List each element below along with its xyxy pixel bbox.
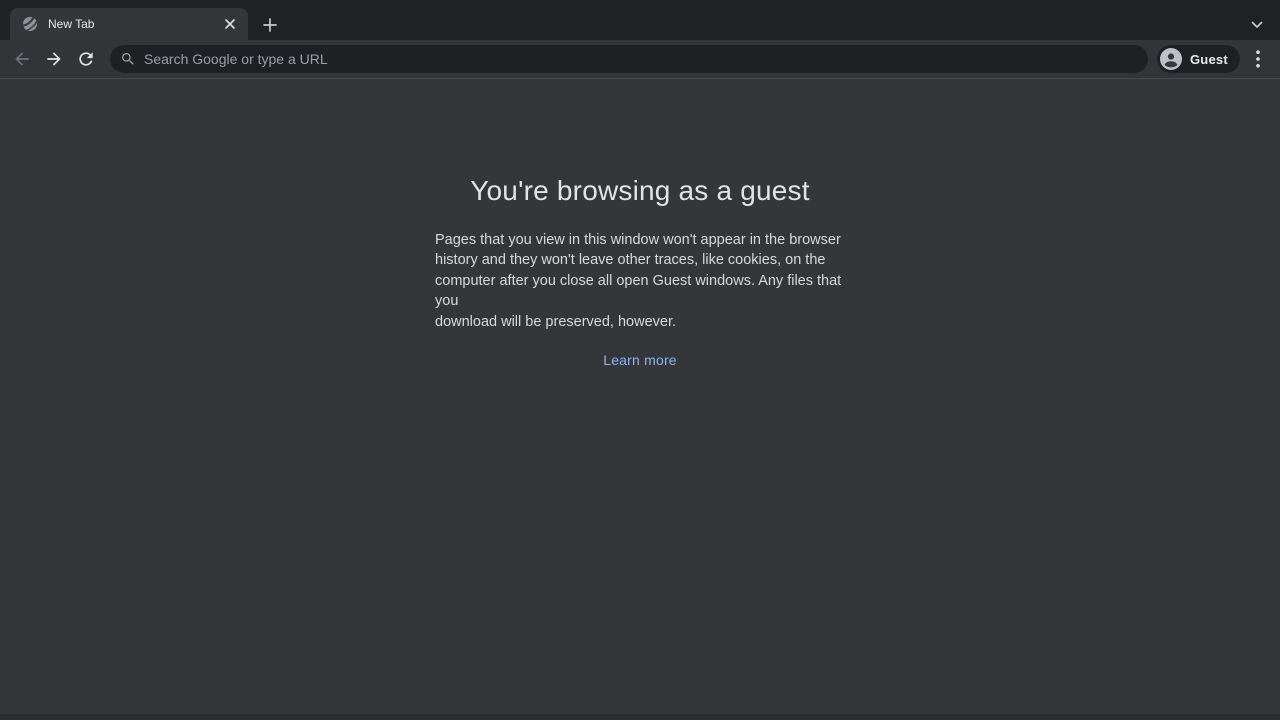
browser-toolbar: Search Google or type a URL Guest xyxy=(0,40,1280,79)
forward-arrow-icon xyxy=(44,49,64,69)
forward-button[interactable] xyxy=(40,45,68,73)
guest-description-line: computer after you close all open Guest … xyxy=(435,271,847,312)
guest-ntp-content: You're browsing as a guest Pages that yo… xyxy=(0,80,1280,714)
guest-description-line: Pages that you view in this window won't… xyxy=(435,230,847,250)
guest-description-line: download will be preserved, however. xyxy=(435,312,847,332)
back-arrow-icon xyxy=(12,49,32,69)
chevron-down-icon xyxy=(1251,21,1263,29)
profile-label: Guest xyxy=(1190,52,1228,67)
plus-icon xyxy=(263,18,277,32)
new-tab-button[interactable] xyxy=(258,13,282,37)
page-title: You're browsing as a guest xyxy=(0,175,1280,207)
tab-title: New Tab xyxy=(48,17,220,31)
tab-new-tab[interactable]: New Tab xyxy=(10,8,248,40)
search-icon xyxy=(120,51,136,67)
omnibox-placeholder: Search Google or type a URL xyxy=(144,51,328,67)
browser-menu-button[interactable] xyxy=(1244,45,1272,73)
reload-icon xyxy=(76,49,96,69)
back-button[interactable] xyxy=(8,45,36,73)
profile-button[interactable]: Guest xyxy=(1157,45,1240,73)
tab-search-button[interactable] xyxy=(1246,14,1268,36)
tab-strip: New Tab xyxy=(0,0,1280,40)
browser-window: New Tab xyxy=(0,0,1280,720)
omnibox[interactable]: Search Google or type a URL xyxy=(110,45,1148,73)
learn-more-link[interactable]: Learn more xyxy=(0,352,1280,368)
guest-description-line: history and they won't leave other trace… xyxy=(435,250,847,270)
guest-globe-icon xyxy=(22,16,38,32)
person-avatar-icon xyxy=(1160,48,1182,70)
three-dot-menu-icon xyxy=(1256,50,1260,68)
bottom-edge xyxy=(0,714,1280,720)
reload-button[interactable] xyxy=(72,45,100,73)
close-icon[interactable] xyxy=(220,14,240,34)
guest-description: Pages that you view in this window won't… xyxy=(435,230,847,332)
